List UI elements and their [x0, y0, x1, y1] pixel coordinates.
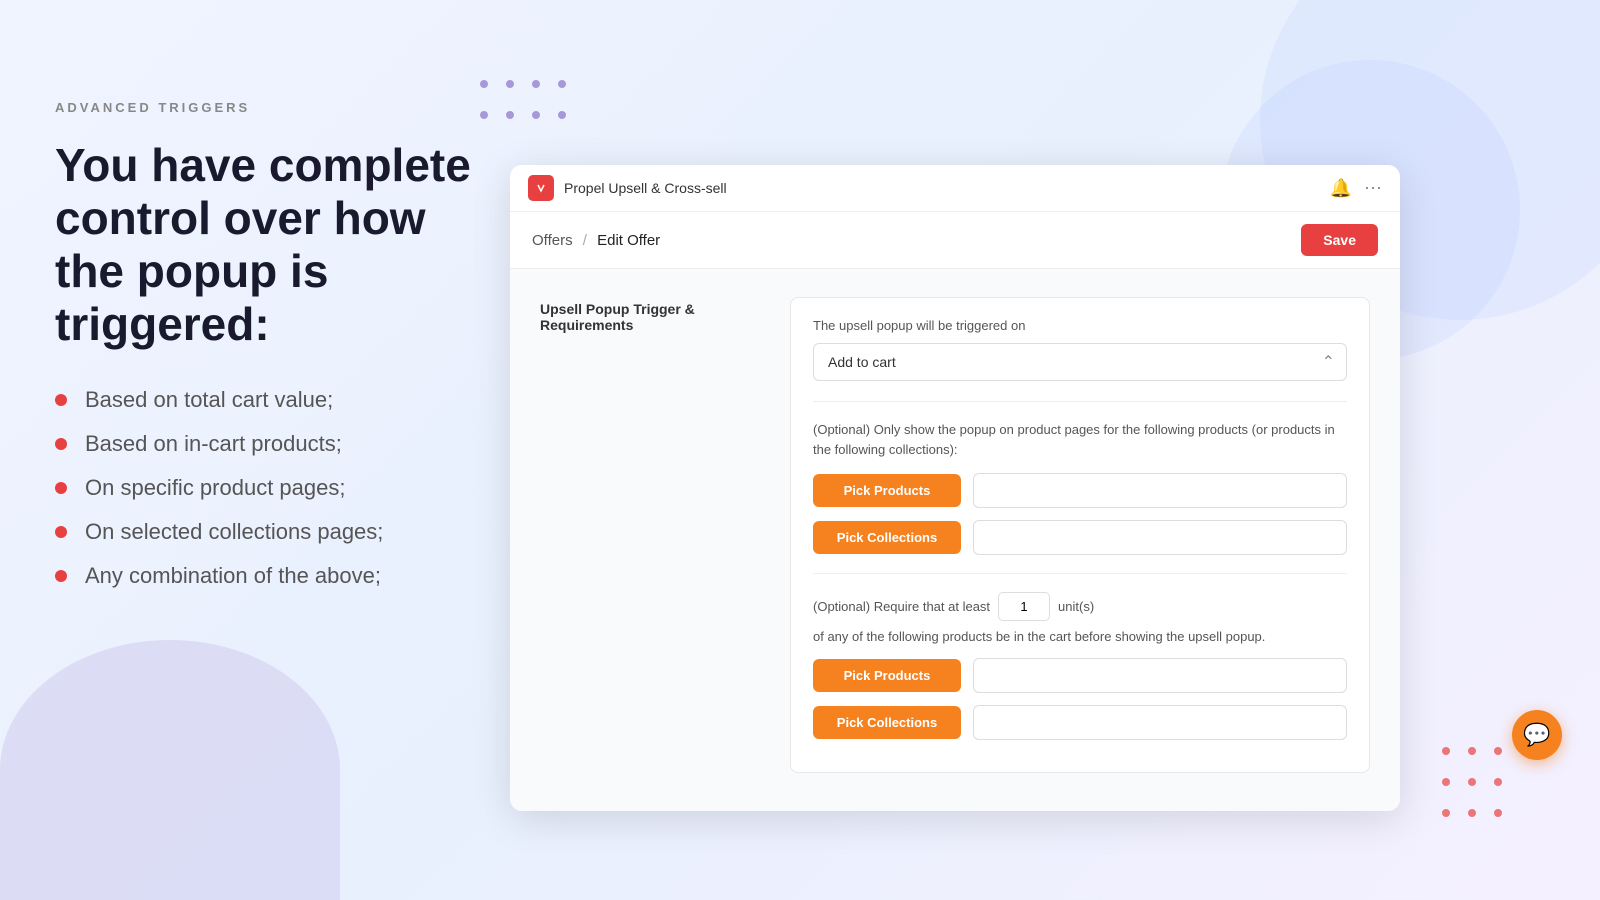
- list-item: On specific product pages;: [55, 475, 485, 501]
- main-heading: You have complete control over how the p…: [55, 139, 485, 351]
- pick-collections-input-2[interactable]: [973, 705, 1347, 740]
- red-dots-decoration: [1442, 747, 1520, 840]
- pick-products-input-1[interactable]: [973, 473, 1347, 508]
- section-label: ADVANCED TRIGGERS: [55, 100, 485, 115]
- list-item: Based on total cart value;: [55, 387, 485, 413]
- title-bar: Propel Upsell & Cross-sell 🔔 ⋯: [510, 165, 1400, 212]
- chat-icon: 💬: [1523, 722, 1550, 748]
- pick-products-button-1[interactable]: Pick Products: [813, 474, 961, 507]
- main-content: Upsell Popup Trigger & Requirements The …: [510, 269, 1400, 811]
- left-panel: ADVANCED TRIGGERS You have complete cont…: [55, 100, 485, 607]
- bullet-dot: [55, 482, 67, 494]
- more-options-icon[interactable]: ⋯: [1364, 178, 1382, 199]
- breadcrumb-link[interactable]: Offers: [532, 232, 573, 249]
- trigger-section-content: The upsell popup will be triggered on Ad…: [790, 297, 1370, 773]
- divider-2: [813, 573, 1347, 574]
- app-icon: [528, 175, 554, 201]
- unit-label: unit(s): [1058, 599, 1094, 614]
- bell-icon[interactable]: 🔔: [1330, 178, 1352, 199]
- app-window: Propel Upsell & Cross-sell 🔔 ⋯ Offers / …: [510, 165, 1400, 811]
- bullet-dot: [55, 394, 67, 406]
- breadcrumb: Offers / Edit Offer: [532, 232, 660, 249]
- app-name-label: Propel Upsell & Cross-sell: [564, 180, 727, 196]
- section-label: Upsell Popup Trigger & Requirements: [540, 297, 760, 773]
- pick-collections-input-1[interactable]: [973, 520, 1347, 555]
- purple-blob-decoration: [0, 640, 340, 900]
- save-button[interactable]: Save: [1301, 224, 1378, 256]
- trigger-select[interactable]: Add to cart Page load Exit intent: [813, 343, 1347, 381]
- bullet-dot: [55, 526, 67, 538]
- chat-button[interactable]: 💬: [1512, 710, 1562, 760]
- pick-products-button-2[interactable]: Pick Products: [813, 659, 961, 692]
- purple-dots-decoration: [480, 80, 584, 142]
- optional-note-1: (Optional) Only show the popup on produc…: [813, 420, 1347, 459]
- require-description: of any of the following products be in t…: [813, 629, 1347, 644]
- trigger-select-wrapper: Add to cart Page load Exit intent ⌃: [813, 343, 1347, 381]
- require-value-input[interactable]: [998, 592, 1050, 621]
- list-item: On selected collections pages;: [55, 519, 485, 545]
- list-item: Any combination of the above;: [55, 563, 485, 589]
- pick-products-row-1: Pick Products: [813, 473, 1347, 508]
- require-row: (Optional) Require that at least unit(s): [813, 592, 1347, 621]
- title-bar-right: 🔔 ⋯: [1330, 178, 1382, 199]
- list-item: Based on in-cart products;: [55, 431, 485, 457]
- pick-collections-row-1: Pick Collections: [813, 520, 1347, 555]
- form-section: Upsell Popup Trigger & Requirements The …: [540, 297, 1370, 773]
- pick-collections-button-2[interactable]: Pick Collections: [813, 706, 961, 739]
- pick-collections-button-1[interactable]: Pick Collections: [813, 521, 961, 554]
- bullet-dot: [55, 438, 67, 450]
- pick-products-input-2[interactable]: [973, 658, 1347, 693]
- divider: [813, 401, 1347, 402]
- breadcrumb-separator: /: [583, 232, 587, 249]
- title-bar-left: Propel Upsell & Cross-sell: [528, 175, 727, 201]
- breadcrumb-current: Edit Offer: [597, 232, 660, 249]
- pick-products-row-2: Pick Products: [813, 658, 1347, 693]
- trigger-title: The upsell popup will be triggered on: [813, 318, 1347, 333]
- require-note: (Optional) Require that at least: [813, 599, 990, 614]
- feature-list: Based on total cart value; Based on in-c…: [55, 387, 485, 589]
- bullet-dot: [55, 570, 67, 582]
- pick-collections-row-2: Pick Collections: [813, 705, 1347, 740]
- breadcrumb-bar: Offers / Edit Offer Save: [510, 212, 1400, 269]
